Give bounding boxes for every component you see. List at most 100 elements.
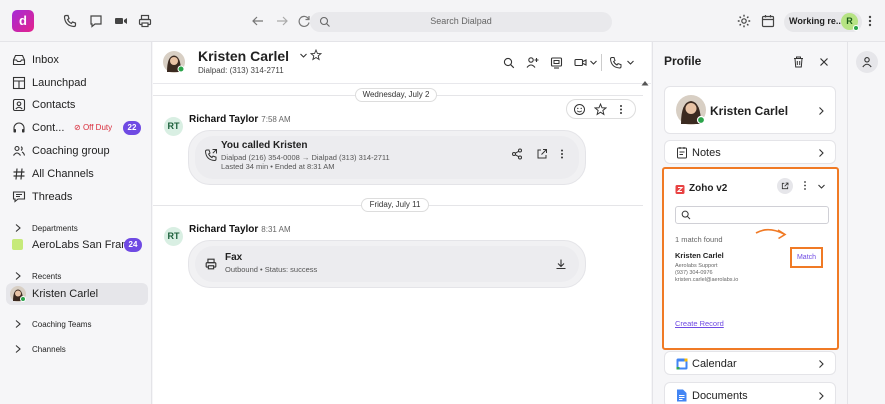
sidebar-item-threads[interactable]: Threads (6, 186, 148, 208)
launchpad-icon (12, 76, 26, 90)
star-icon[interactable] (594, 103, 607, 116)
fax-card[interactable]: Fax Outbound • Status: success (188, 240, 586, 288)
chevron-right-icon (14, 319, 22, 329)
sidebar-section-coaching-teams[interactable]: Coaching Teams (6, 313, 148, 335)
zoho-title: Zoho v2 (689, 183, 728, 194)
chevron-right-icon (14, 344, 22, 354)
sidebar-section-channels[interactable]: Channels (6, 338, 148, 360)
chevron-right-icon (816, 106, 826, 116)
contact-number: Dialpad: (313) 314-2711 (198, 66, 284, 75)
calendar-icon[interactable] (760, 13, 776, 29)
documents-label: Documents (692, 390, 748, 402)
documents-card[interactable]: Documents (664, 382, 836, 404)
fax-icon (204, 257, 218, 271)
phone-call-icon[interactable] (609, 56, 622, 69)
more-vertical-icon[interactable] (866, 13, 874, 29)
zoho-search-input[interactable] (675, 206, 829, 224)
forward-arrow-icon[interactable] (274, 13, 290, 29)
sidebar-item-label: Inbox (32, 54, 59, 66)
open-external-icon[interactable] (536, 148, 548, 160)
section-label: Channels (32, 345, 66, 354)
scroll-up-arrow-icon[interactable] (641, 80, 649, 86)
more-vertical-icon[interactable] (802, 180, 808, 191)
sidebar-item-label: All Channels (32, 168, 94, 180)
phone-icon[interactable] (62, 13, 78, 29)
divider (601, 54, 602, 71)
calendar-card[interactable]: Calendar (664, 351, 836, 375)
inbox-icon (12, 53, 26, 67)
user-avatar[interactable]: R (841, 13, 859, 31)
sidebar-item-recent-contact[interactable]: Kristen Carlel (6, 283, 148, 305)
date-separator: Friday, July 11 (361, 198, 429, 212)
open-external-button[interactable] (777, 178, 793, 194)
chevron-right-icon (816, 148, 826, 158)
match-name: Kristen Carlel (675, 251, 724, 260)
chevron-right-icon (816, 391, 826, 401)
search-icon[interactable] (503, 57, 515, 69)
chevron-down-icon[interactable] (299, 51, 308, 60)
unread-badge: 22 (123, 121, 141, 135)
video-call-icon[interactable] (574, 56, 587, 69)
sidebar-item-contacts[interactable]: Contacts (6, 94, 148, 116)
screen-share-icon[interactable] (550, 56, 563, 69)
search-bar[interactable]: Search Dialpad (310, 12, 612, 32)
search-placeholder: Search Dialpad (430, 16, 492, 26)
settings-gear-icon[interactable] (736, 13, 752, 29)
sidebar-item-inbox[interactable]: Inbox (6, 49, 148, 71)
trash-icon[interactable] (793, 56, 804, 68)
match-count: 1 match found (675, 235, 723, 244)
profile-toggle-button[interactable] (856, 51, 878, 73)
message-icon[interactable] (88, 13, 104, 29)
chevron-right-icon (14, 223, 22, 233)
chevron-down-icon[interactable] (589, 58, 598, 67)
sidebar-item-all-channels[interactable]: All Channels (6, 163, 148, 185)
contact-avatar (676, 95, 706, 125)
off-duty-icon: ⊘ (74, 123, 83, 132)
notes-card[interactable]: Notes (664, 140, 836, 164)
contact-avatar[interactable] (163, 51, 185, 73)
create-record-link[interactable]: Create Record (675, 319, 724, 328)
more-vertical-icon[interactable] (617, 103, 625, 116)
match-button[interactable]: Match (790, 247, 823, 268)
sidebar-item-launchpad[interactable]: Launchpad (6, 72, 148, 94)
close-icon[interactable] (819, 57, 829, 67)
video-icon[interactable] (113, 13, 129, 29)
group-icon (12, 144, 26, 158)
sidebar-item-department[interactable]: AeroLabs San Fran... 24 (6, 234, 148, 256)
emoji-react-icon[interactable] (573, 103, 586, 116)
message-time: 7:58 AM (261, 115, 291, 124)
sidebar-item-coaching-group[interactable]: Coaching group (6, 140, 148, 162)
sidebar-item-label: AeroLabs San Fran... (32, 239, 137, 251)
more-vertical-icon[interactable] (559, 148, 565, 160)
calendar-label: Calendar (692, 358, 737, 370)
sender-avatar[interactable]: RT (164, 117, 183, 136)
conversation-header: Kristen Carlel Dialpad: (313) 314-2711 (153, 42, 651, 84)
sender-avatar[interactable]: RT (164, 227, 183, 246)
right-rail (847, 42, 885, 404)
add-person-icon[interactable] (526, 56, 539, 69)
chevron-down-icon[interactable] (817, 182, 826, 191)
status-label: Working re... (789, 16, 844, 26)
date-separator: Wednesday, July 2 (355, 88, 437, 102)
sender-name: Richard Taylor (189, 114, 259, 125)
dialpad-logo[interactable]: d (12, 10, 34, 32)
share-icon[interactable] (511, 148, 523, 160)
calendar-app-icon (676, 358, 688, 370)
back-arrow-icon[interactable] (250, 13, 266, 29)
profile-title: Profile (664, 54, 702, 68)
call-log-card[interactable]: You called Kristen Dialpad (216) 354-000… (188, 130, 586, 185)
hash-icon (12, 167, 26, 181)
favorite-star-icon[interactable] (310, 49, 322, 61)
chevron-down-icon[interactable] (626, 58, 635, 67)
zoho-logo-icon (675, 184, 685, 195)
chevron-right-icon (816, 359, 826, 369)
profile-contact-card[interactable]: Kristen Carlel (664, 86, 836, 134)
sidebar-item-contact-center[interactable]: Cont... ⊘ Off Duty 22 (6, 117, 148, 139)
zoho-integration-card: Zoho v2 1 match found Kristen Carlel Aer… (662, 167, 839, 350)
online-status-dot (853, 25, 859, 31)
download-icon[interactable] (555, 258, 567, 270)
threads-icon (12, 190, 26, 204)
fax-icon[interactable] (137, 13, 153, 29)
profile-contact-name: Kristen Carlel (710, 104, 789, 118)
fax-card-inner: Fax Outbound • Status: success (195, 246, 579, 282)
